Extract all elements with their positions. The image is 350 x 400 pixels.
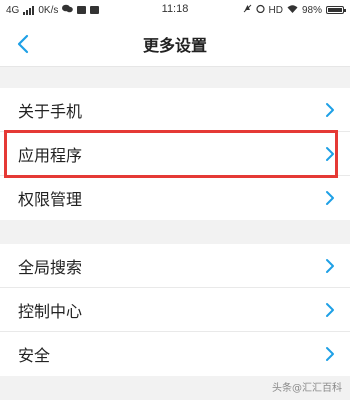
settings-item-label: 应用程序 <box>18 145 83 165</box>
settings-item-global-search[interactable]: 全局搜索 <box>0 244 350 288</box>
chevron-right-icon <box>326 347 334 361</box>
chevron-right-icon <box>326 103 334 117</box>
chevron-right-icon <box>326 259 334 273</box>
nav-bar: 更多设置 <box>0 20 350 67</box>
wifi-icon <box>287 4 298 16</box>
settings-item-permissions[interactable]: 权限管理 <box>0 176 350 220</box>
chevron-right-icon <box>326 147 334 161</box>
status-right: HD 98% <box>243 4 346 16</box>
hd-label: HD <box>268 4 283 16</box>
chevron-right-icon <box>326 303 334 317</box>
chevron-right-icon <box>326 191 334 205</box>
battery-level <box>328 8 342 12</box>
battery-percent: 98% <box>301 4 322 16</box>
settings-item-label: 权限管理 <box>18 190 83 209</box>
mute-icon <box>243 4 252 16</box>
battery-icon <box>326 6 346 14</box>
settings-group-1: 关于手机 应用程序 权限管理 <box>0 88 350 220</box>
settings-group-2: 全局搜索 控制中心 安全 <box>0 244 350 376</box>
settings-item-label: 安全 <box>18 346 51 365</box>
settings-item-label: 全局搜索 <box>18 257 83 277</box>
settings-item-security[interactable]: 安全 <box>0 332 350 376</box>
settings-item-applications[interactable]: 应用程序 <box>0 132 350 176</box>
settings-item-label: 关于手机 <box>18 101 83 121</box>
status-bar: 4G 0K/s 11:18 HD 98% <box>0 0 350 20</box>
watermark: 头条@汇汇百科 <box>272 383 342 394</box>
settings-item-about-phone[interactable]: 关于手机 <box>0 88 350 132</box>
alarm-icon <box>255 4 265 16</box>
page-title: 更多设置 <box>142 36 207 55</box>
settings-item-label: 控制中心 <box>18 301 83 321</box>
settings-item-control-center[interactable]: 控制中心 <box>0 288 350 332</box>
